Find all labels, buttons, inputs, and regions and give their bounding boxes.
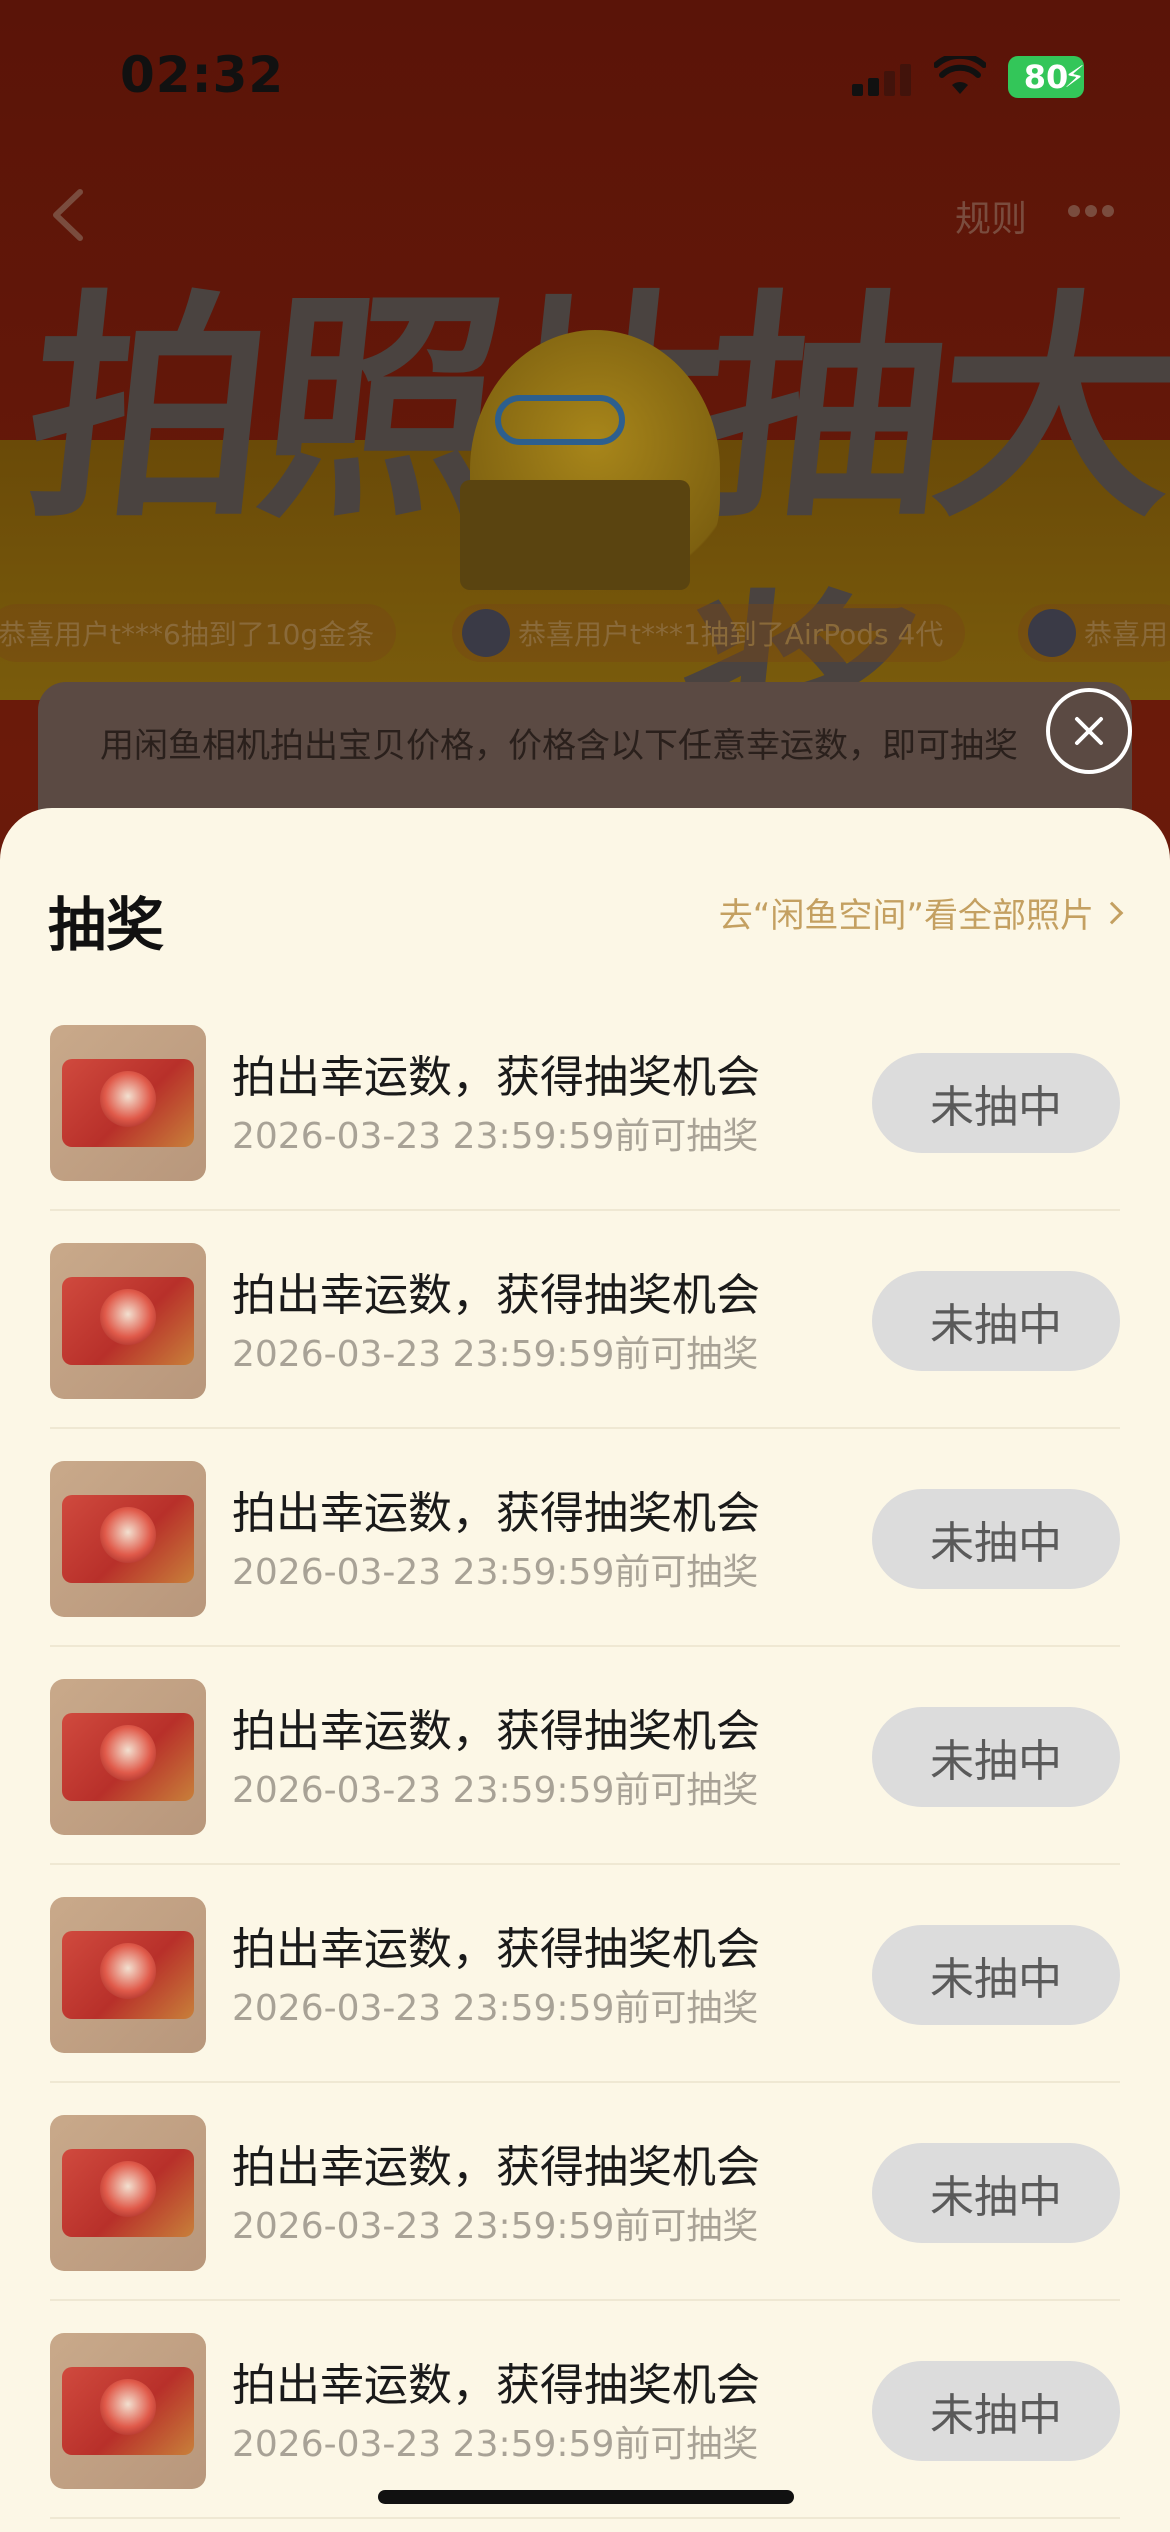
list-item: 拍出幸运数，获得抽奖机会 2026-03-23 23:59:59前可抽奖 未抽中	[50, 2301, 1120, 2519]
item-deadline: 2026-03-23 23:59:59前可抽奖	[232, 1552, 759, 1593]
item-deadline: 2026-03-23 23:59:59前可抽奖	[232, 1988, 759, 2029]
list-item: 拍出幸运数，获得抽奖机会 2026-03-23 23:59:59前可抽奖 未抽中	[50, 1865, 1120, 2083]
item-deadline: 2026-03-23 23:59:59前可抽奖	[232, 2424, 759, 2465]
list-item: 拍出幸运数，获得抽奖机会 2026-03-23 23:59:59前可抽奖 未抽中	[50, 1647, 1120, 1865]
back-arrow-icon[interactable]	[48, 188, 88, 242]
status-bar: 02:32 80 ⚡	[0, 0, 1170, 150]
chevron-right-icon	[1100, 901, 1124, 924]
photo-thumbnail[interactable]	[50, 1679, 206, 1835]
photo-thumbnail[interactable]	[50, 1461, 206, 1617]
battery-level: 80	[1023, 58, 1069, 96]
rule-card-text: 用闲鱼相机拍出宝贝价格，价格含以下任意幸运数，即可抽奖	[100, 726, 1018, 766]
ticker-item: 恭喜用户t***1抽到了AirPods 4代	[452, 604, 966, 662]
lottery-status-button[interactable]: 未抽中	[872, 1271, 1120, 1371]
ticker-text: 恭喜用	[1084, 618, 1169, 651]
item-title: 拍出幸运数，获得抽奖机会	[232, 1924, 760, 1975]
list-item: 拍出幸运数，获得抽奖机会 2026-03-23 23:59:59前可抽奖 未抽中	[50, 1211, 1120, 1429]
item-title: 拍出幸运数，获得抽奖机会	[232, 2360, 760, 2411]
avatar	[1028, 609, 1076, 657]
item-deadline: 2026-03-23 23:59:59前可抽奖	[232, 1334, 759, 1375]
lottery-status-button[interactable]: 未抽中	[872, 2143, 1120, 2243]
cellular-signal-icon	[852, 64, 912, 96]
lottery-list: 拍出幸运数，获得抽奖机会 2026-03-23 23:59:59前可抽奖 未抽中…	[50, 993, 1120, 2519]
ticker-item: 恭喜用	[1018, 604, 1170, 662]
lottery-status-button[interactable]: 未抽中	[872, 1489, 1120, 1589]
item-deadline: 2026-03-23 23:59:59前可抽奖	[232, 2206, 759, 2247]
item-deadline: 2026-03-23 23:59:59前可抽奖	[232, 1116, 759, 1157]
ticker-item: 恭喜用户t***6抽到了10g金条	[0, 604, 397, 662]
photo-thumbnail[interactable]	[50, 1243, 206, 1399]
item-title: 拍出幸运数，获得抽奖机会	[232, 1488, 760, 1539]
list-item: 拍出幸运数，获得抽奖机会 2026-03-23 23:59:59前可抽奖 未抽中	[50, 1429, 1120, 1647]
view-all-photos-label: 去“闲鱼空间”看全部照片	[718, 896, 1094, 936]
item-title: 拍出幸运数，获得抽奖机会	[232, 1270, 760, 1321]
list-item: 拍出幸运数，获得抽奖机会 2026-03-23 23:59:59前可抽奖 未抽中	[50, 993, 1120, 1211]
photo-thumbnail[interactable]	[50, 2333, 206, 2489]
photo-thumbnail[interactable]	[50, 2115, 206, 2271]
avatar	[462, 609, 510, 657]
item-title: 拍出幸运数，获得抽奖机会	[232, 1706, 760, 1757]
ticker-text: 恭喜用户t***6抽到了10g金条	[0, 618, 375, 651]
list-item: 拍出幸运数，获得抽奖机会 2026-03-23 23:59:59前可抽奖 未抽中	[50, 2083, 1120, 2301]
mascot-glasses	[495, 395, 625, 445]
home-indicator[interactable]	[378, 2490, 794, 2504]
lottery-status-button[interactable]: 未抽中	[872, 1053, 1120, 1153]
close-sheet-button[interactable]	[1046, 688, 1132, 774]
sheet-title: 抽奖	[48, 891, 165, 959]
lottery-status-button[interactable]: 未抽中	[872, 1925, 1120, 2025]
item-deadline: 2026-03-23 23:59:59前可抽奖	[232, 1770, 759, 1811]
wifi-icon	[934, 56, 986, 94]
item-title: 拍出幸运数，获得抽奖机会	[232, 2142, 760, 2193]
lottery-status-button[interactable]: 未抽中	[872, 1707, 1120, 1807]
lottery-sheet: 抽奖 去“闲鱼空间”看全部照片 拍出幸运数，获得抽奖机会 2026-03-23 …	[0, 808, 1170, 2532]
lottery-status-button[interactable]: 未抽中	[872, 2361, 1120, 2461]
item-title: 拍出幸运数，获得抽奖机会	[232, 1052, 760, 1103]
status-time: 02:32	[120, 46, 285, 104]
photo-thumbnail[interactable]	[50, 1897, 206, 2053]
photo-thumbnail[interactable]	[50, 1025, 206, 1181]
winner-ticker: 恭喜用户t***6抽到了10g金条 恭喜用户t***1抽到了AirPods 4代…	[0, 598, 1170, 668]
rules-link[interactable]: 规则	[955, 190, 1027, 242]
more-options-icon[interactable]	[1068, 205, 1114, 219]
ticker-text: 恭喜用户t***1抽到了AirPods 4代	[518, 618, 944, 651]
charging-bolt-icon: ⚡	[1064, 60, 1086, 95]
gold-bars-illustration	[460, 480, 690, 590]
view-all-photos-link[interactable]: 去“闲鱼空间”看全部照片	[718, 888, 1124, 937]
